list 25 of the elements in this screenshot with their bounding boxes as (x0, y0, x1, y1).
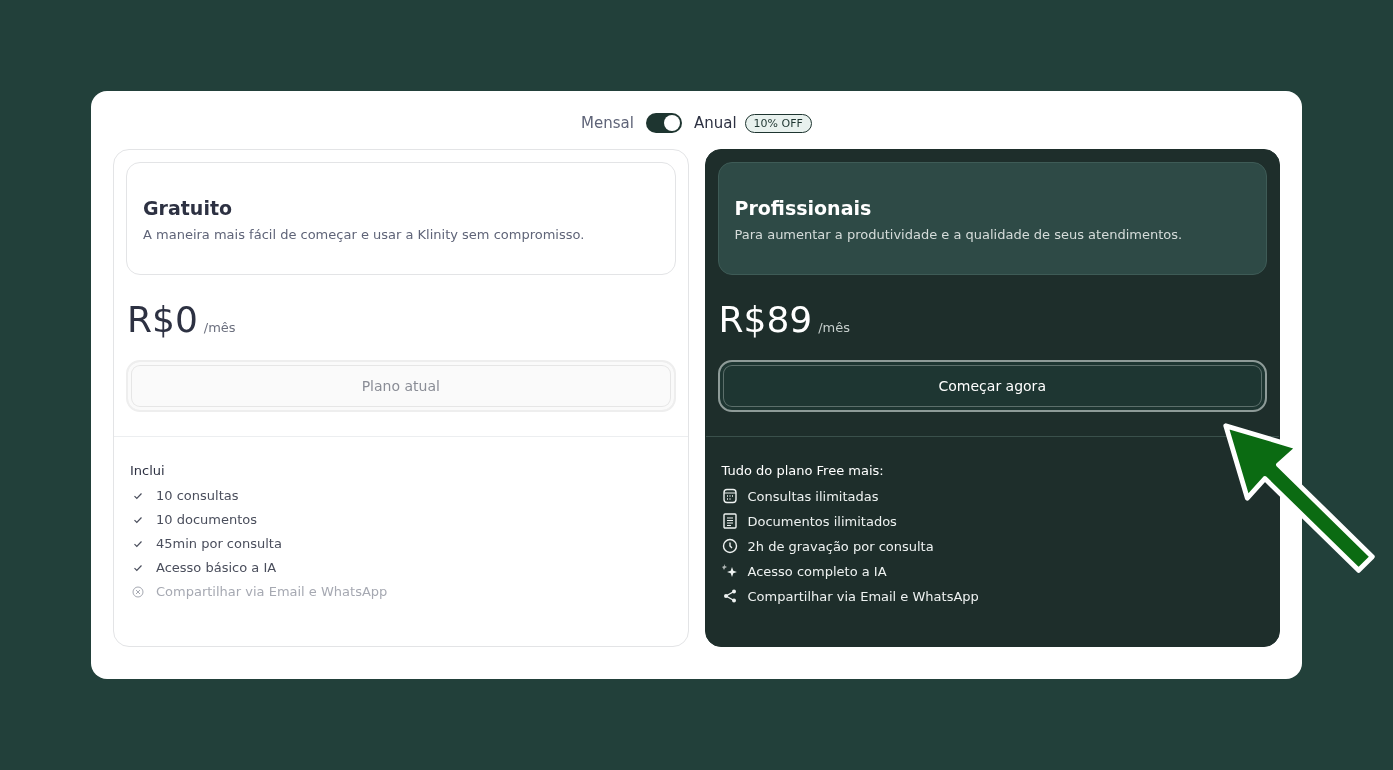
billing-toggle[interactable] (645, 113, 682, 133)
feature-text: 10 consultas (156, 488, 239, 503)
plan-name: Gratuito (143, 197, 234, 219)
plan-button[interactable]: Começar agora (717, 360, 1267, 412)
discount-badge: 10% OFF (744, 113, 812, 133)
toggle-label: Mensal (581, 114, 634, 132)
feature-text: 10 documentos (156, 512, 257, 527)
feature-text: Compartilhar via Email e WhatsApp (156, 584, 388, 599)
toggle-label: Anual (693, 114, 737, 132)
features-title: Inclui (130, 463, 166, 478)
plan-description: Para aumentar a produtividade e a qualidade de seus atendimentos. (734, 227, 1184, 242)
price-period: /mês (203, 320, 236, 335)
plan-name: Profissionais (734, 197, 873, 219)
feature-text: 2h de gravação por consulta (747, 538, 934, 554)
price-period: /mês (818, 320, 851, 335)
feature-text: Documentos ilimitados (747, 513, 897, 529)
plan-price: R$89 (718, 299, 813, 340)
plan-description: A maneira mais fácil de começar e usar a Klinity sem compromisso. (143, 227, 586, 242)
plan-price: R$0 (127, 299, 198, 340)
feature-text: Consultas ilimitadas (747, 488, 879, 504)
feature-text: 45min por consulta (156, 536, 282, 551)
feature-text: Compartilhar via Email e WhatsApp (747, 588, 979, 604)
feature-text: Acesso completo a IA (747, 563, 887, 579)
features-title: Tudo do plano Free mais: (721, 463, 885, 478)
feature-text: Acesso básico a IA (156, 560, 277, 575)
